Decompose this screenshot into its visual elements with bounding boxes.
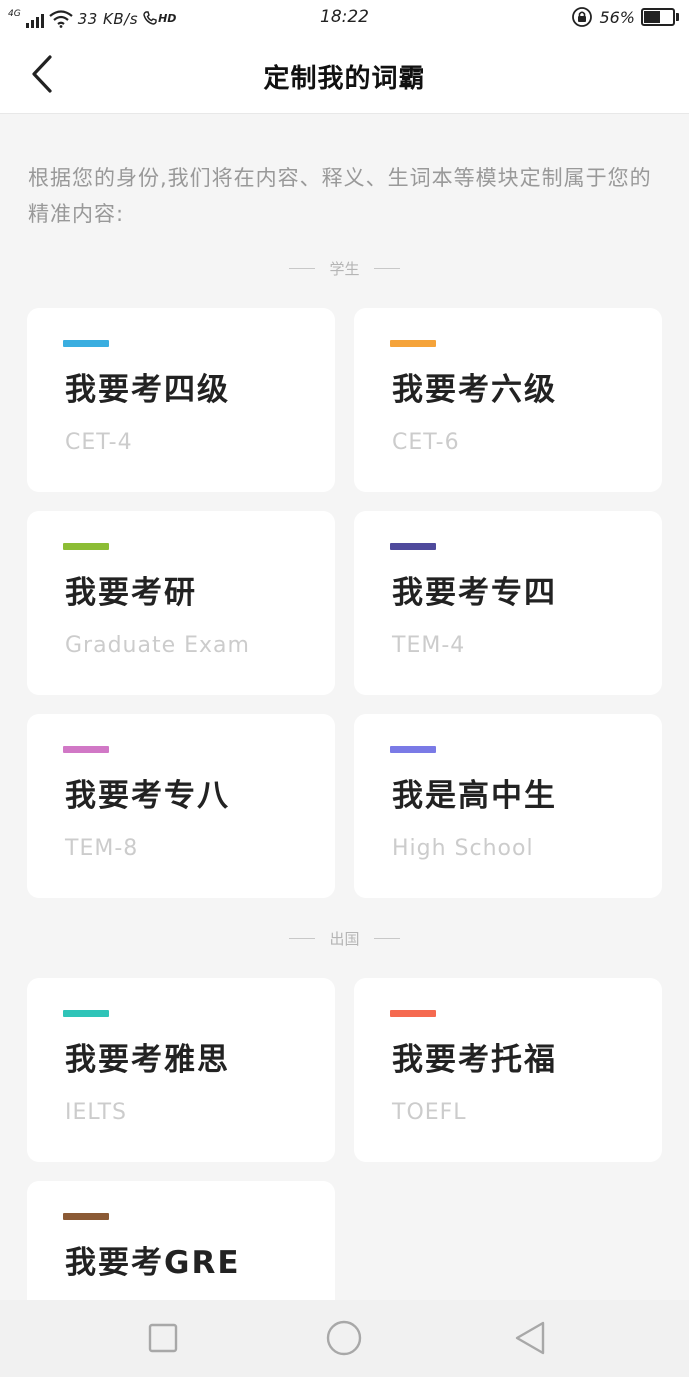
card-title: 我要考GRE — [65, 1245, 241, 1281]
option-card-ielts[interactable]: 我要考雅思 IELTS — [27, 978, 335, 1162]
card-title: 我要考研 — [65, 575, 197, 611]
card-title: 我要考专四 — [392, 575, 557, 611]
section-divider-student: 学生 — [0, 256, 689, 280]
option-card-tem8[interactable]: 我要考专八 TEM-8 — [27, 714, 335, 898]
back-triangle-icon — [515, 1321, 545, 1355]
card-subtitle: CET-6 — [392, 430, 460, 455]
card-accent — [390, 543, 436, 550]
option-card-toefl[interactable]: 我要考托福 TOEFL — [354, 978, 662, 1162]
option-card-cet4[interactable]: 我要考四级 CET-4 — [27, 308, 335, 492]
card-subtitle: Graduate Exam — [65, 633, 250, 658]
header: 定制我的词霸 — [0, 36, 689, 114]
card-subtitle: TOEFL — [392, 1100, 467, 1125]
card-accent — [63, 1010, 109, 1017]
card-title: 我是高中生 — [392, 778, 557, 814]
card-accent — [390, 746, 436, 753]
home-circle-icon — [326, 1320, 362, 1356]
card-accent — [390, 340, 436, 347]
card-accent — [63, 543, 109, 550]
battery-percent: 56% — [599, 7, 635, 27]
card-accent — [63, 340, 109, 347]
card-accent — [390, 1010, 436, 1017]
rotation-lock-icon — [572, 7, 593, 27]
recents-button[interactable] — [143, 1318, 183, 1358]
card-accent — [63, 1213, 109, 1220]
card-title: 我要考雅思 — [65, 1042, 230, 1078]
card-title: 我要考六级 — [392, 372, 557, 408]
card-title: 我要考托福 — [392, 1042, 557, 1078]
battery-icon — [641, 8, 679, 26]
card-subtitle: TEM-8 — [65, 836, 139, 861]
card-accent — [63, 746, 109, 753]
system-nav-bar — [0, 1300, 689, 1377]
card-title: 我要考四级 — [65, 372, 230, 408]
section-divider-abroad: 出国 — [0, 926, 689, 950]
card-subtitle: IELTS — [65, 1100, 128, 1125]
card-subtitle: TEM-4 — [392, 633, 466, 658]
page-description: 根据您的身份,我们将在内容、释义、生词本等模块定制属于您的精准内容: — [28, 166, 652, 226]
option-card-high-school[interactable]: 我是高中生 High School — [354, 714, 662, 898]
option-card-graduate[interactable]: 我要考研 Graduate Exam — [27, 511, 335, 695]
page-title: 定制我的词霸 — [263, 64, 426, 94]
status-right: 56% — [571, 6, 679, 28]
recents-square-icon — [148, 1323, 178, 1353]
home-button[interactable] — [324, 1318, 364, 1358]
card-title: 我要考专八 — [65, 778, 230, 814]
option-card-tem4[interactable]: 我要考专四 TEM-4 — [354, 511, 662, 695]
back-nav-button[interactable] — [510, 1318, 550, 1358]
status-bar: 4G 33 KB/s HD 18:22 56% — [0, 0, 689, 36]
section-label: 学生 — [329, 259, 360, 278]
section-label: 出国 — [329, 929, 360, 948]
card-subtitle: High School — [392, 836, 534, 861]
card-subtitle: CET-4 — [65, 430, 133, 455]
option-card-cet6[interactable]: 我要考六级 CET-6 — [354, 308, 662, 492]
